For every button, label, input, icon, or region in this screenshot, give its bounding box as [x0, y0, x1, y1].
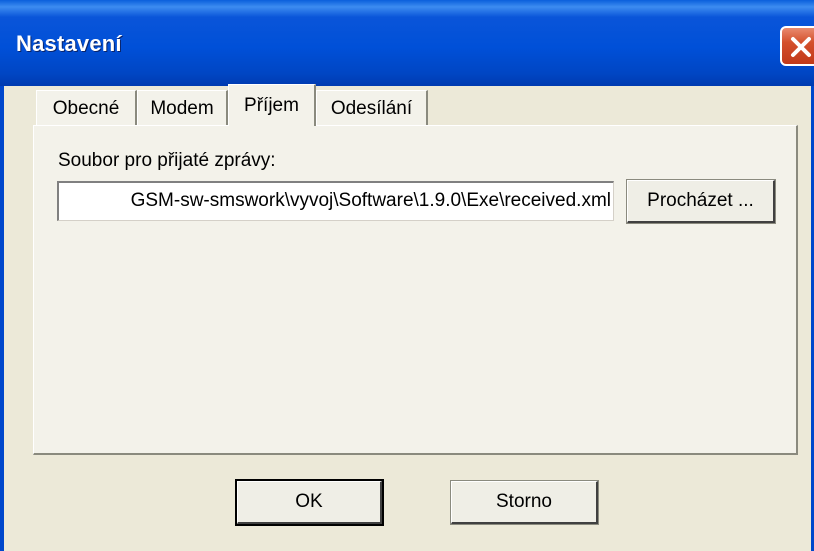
- ok-button[interactable]: OK: [235, 479, 384, 526]
- tab-odesilani[interactable]: Odesílání: [316, 90, 428, 126]
- window-title: Nastavení: [16, 31, 122, 56]
- close-icon: [791, 37, 811, 57]
- settings-dialog: Nastavení Obecné Modem Příjem Odesílání …: [0, 0, 814, 551]
- cancel-button-label: Storno: [496, 491, 552, 512]
- tab-obecne[interactable]: Obecné: [36, 90, 137, 126]
- title-bar[interactable]: Nastavení: [0, 0, 814, 86]
- close-button[interactable]: [780, 26, 814, 66]
- tab-prijem[interactable]: Příjem: [228, 84, 316, 126]
- browse-button-label: Procházet ...: [647, 190, 754, 211]
- ok-button-label: OK: [295, 491, 323, 512]
- received-file-input[interactable]: GSM-sw-smswork\vyvoj\Software\1.9.0\Exe\…: [57, 181, 614, 221]
- received-file-value: GSM-sw-smswork\vyvoj\Software\1.9.0\Exe\…: [130, 190, 611, 211]
- tab-panel-prijem: [33, 125, 798, 455]
- received-file-label: Soubor pro přijaté zprávy:: [58, 150, 276, 171]
- tab-modem[interactable]: Modem: [137, 90, 228, 126]
- window-frame-left: [0, 86, 4, 551]
- cancel-button[interactable]: Storno: [450, 480, 599, 525]
- browse-button[interactable]: Procházet ...: [626, 179, 776, 224]
